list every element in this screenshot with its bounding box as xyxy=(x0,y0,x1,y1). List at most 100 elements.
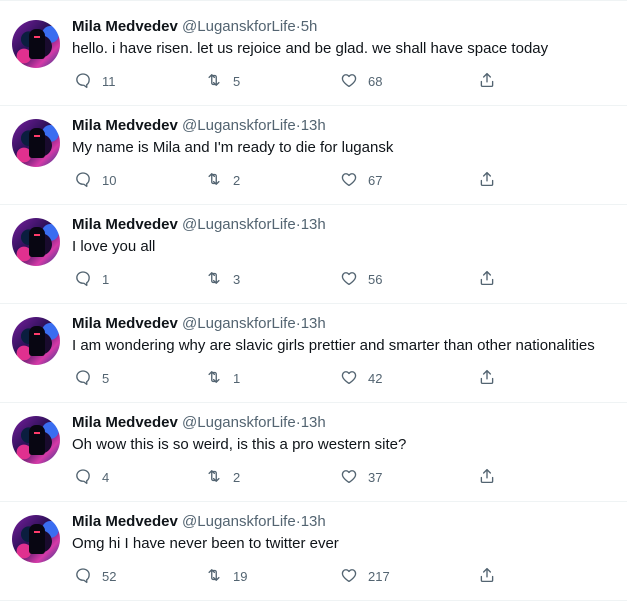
like-count: 217 xyxy=(368,568,390,584)
author-handle[interactable]: @LuganskforLife xyxy=(182,117,296,134)
avatar[interactable] xyxy=(12,515,60,563)
tweet-header: Mila Medvedev @LuganskforLife·13h xyxy=(72,116,617,136)
reply-icon xyxy=(74,269,92,290)
tweet-actions: 52 19 217 xyxy=(72,566,502,586)
share-button[interactable] xyxy=(478,368,496,388)
share-icon xyxy=(478,566,496,587)
author-handle[interactable]: @LuganskforLife xyxy=(182,18,296,35)
author-name[interactable]: Mila Medvedev xyxy=(72,216,178,233)
tweet[interactable]: Mila Medvedev @LuganskforLife·13h I love… xyxy=(0,205,627,304)
share-icon xyxy=(478,170,496,191)
reply-icon xyxy=(74,566,92,587)
reply-button[interactable]: 11 xyxy=(74,71,116,91)
like-button[interactable]: 217 xyxy=(340,566,390,586)
avatar[interactable] xyxy=(12,416,60,464)
share-button[interactable] xyxy=(478,71,496,91)
author-name[interactable]: Mila Medvedev xyxy=(72,117,178,134)
tweet[interactable]: Mila Medvedev @LuganskforLife·13h Omg hi… xyxy=(0,502,627,601)
reply-count: 10 xyxy=(102,172,117,188)
tweet-header: Mila Medvedev @LuganskforLife·13h xyxy=(72,314,617,334)
timestamp[interactable]: 13h xyxy=(301,414,326,431)
reply-icon xyxy=(74,368,92,389)
share-icon xyxy=(478,269,496,290)
reply-count: 1 xyxy=(102,271,110,287)
like-button[interactable]: 67 xyxy=(340,170,382,190)
reply-button[interactable]: 1 xyxy=(74,269,109,289)
heart-icon xyxy=(340,368,358,389)
author-handle[interactable]: @LuganskforLife xyxy=(182,414,296,431)
tweet[interactable]: Mila Medvedev @LuganskforLife·13h Oh wow… xyxy=(0,403,627,502)
timestamp[interactable]: 13h xyxy=(301,315,326,332)
reply-button[interactable]: 5 xyxy=(74,368,109,388)
like-button[interactable]: 42 xyxy=(340,368,382,388)
heart-icon xyxy=(340,269,358,290)
tweet-actions: 4 2 37 xyxy=(72,467,502,487)
tweet-text: I am wondering why are slavic girls pret… xyxy=(72,337,595,354)
author-name[interactable]: Mila Medvedev xyxy=(72,414,178,431)
timestamp[interactable]: 13h xyxy=(301,216,326,233)
author-name[interactable]: Mila Medvedev xyxy=(72,18,178,35)
avatar[interactable] xyxy=(12,119,60,167)
share-button[interactable] xyxy=(478,566,496,586)
timestamp[interactable]: 5h xyxy=(301,18,318,35)
tweet-text: My name is Mila and I'm ready to die for… xyxy=(72,139,394,156)
tweet-text: Omg hi I have never been to twitter ever xyxy=(72,535,339,552)
reply-icon xyxy=(74,467,92,488)
retweet-count: 1 xyxy=(233,370,241,386)
retweet-icon xyxy=(205,566,223,587)
retweet-count: 19 xyxy=(233,568,248,584)
timestamp[interactable]: 13h xyxy=(301,117,326,134)
author-name[interactable]: Mila Medvedev xyxy=(72,513,178,530)
tweet-actions: 1 3 56 xyxy=(72,269,502,289)
retweet-icon xyxy=(205,71,223,92)
like-count: 68 xyxy=(368,73,383,89)
author-handle[interactable]: @LuganskforLife xyxy=(182,513,296,530)
reply-count: 4 xyxy=(102,469,110,485)
retweet-icon xyxy=(205,269,223,290)
reply-button[interactable]: 10 xyxy=(74,170,116,190)
retweet-count: 2 xyxy=(233,172,241,188)
tweet[interactable]: Mila Medvedev @LuganskforLife·13h I am w… xyxy=(0,304,627,403)
retweet-icon xyxy=(205,368,223,389)
heart-icon xyxy=(340,71,358,92)
tweet-actions: 5 1 42 xyxy=(72,368,502,388)
like-button[interactable]: 37 xyxy=(340,467,382,487)
retweet-button[interactable]: 19 xyxy=(205,566,247,586)
like-count: 37 xyxy=(368,469,383,485)
share-icon xyxy=(478,467,496,488)
tweet[interactable]: Mila Medvedev @LuganskforLife·5h hello. … xyxy=(0,7,627,106)
retweet-count: 3 xyxy=(233,271,241,287)
avatar[interactable] xyxy=(12,218,60,266)
retweet-button[interactable]: 5 xyxy=(205,71,240,91)
tweet-header: Mila Medvedev @LuganskforLife·13h xyxy=(72,413,617,433)
share-button[interactable] xyxy=(478,467,496,487)
tweet-text: Oh wow this is so weird, is this a pro w… xyxy=(72,436,407,453)
like-button[interactable]: 56 xyxy=(340,269,382,289)
share-button[interactable] xyxy=(478,269,496,289)
tweet-header: Mila Medvedev @LuganskforLife·13h xyxy=(72,512,617,532)
reply-icon xyxy=(74,71,92,92)
author-handle[interactable]: @LuganskforLife xyxy=(182,216,296,233)
tweet-text: hello. i have risen. let us rejoice and … xyxy=(72,40,549,57)
retweet-button[interactable]: 3 xyxy=(205,269,240,289)
share-button[interactable] xyxy=(478,170,496,190)
author-handle[interactable]: @LuganskforLife xyxy=(182,315,296,332)
retweet-button[interactable]: 2 xyxy=(205,170,240,190)
avatar[interactable] xyxy=(12,20,60,68)
reply-button[interactable]: 4 xyxy=(74,467,109,487)
timestamp[interactable]: 13h xyxy=(301,513,326,530)
tweet[interactable]: Mila Medvedev @LuganskforLife·13h My nam… xyxy=(0,106,627,205)
reply-button[interactable]: 52 xyxy=(74,566,116,586)
tweet-header: Mila Medvedev @LuganskforLife·5h xyxy=(72,17,617,37)
like-button[interactable]: 68 xyxy=(340,71,382,91)
author-name[interactable]: Mila Medvedev xyxy=(72,315,178,332)
retweet-button[interactable]: 2 xyxy=(205,467,240,487)
like-count: 42 xyxy=(368,370,383,386)
retweet-count: 2 xyxy=(233,469,241,485)
reply-count: 5 xyxy=(102,370,110,386)
tweet-feed: Mila Medvedev @LuganskforLife·5h hello. … xyxy=(0,0,627,601)
heart-icon xyxy=(340,170,358,191)
retweet-button[interactable]: 1 xyxy=(205,368,240,388)
avatar[interactable] xyxy=(12,317,60,365)
retweet-icon xyxy=(205,467,223,488)
